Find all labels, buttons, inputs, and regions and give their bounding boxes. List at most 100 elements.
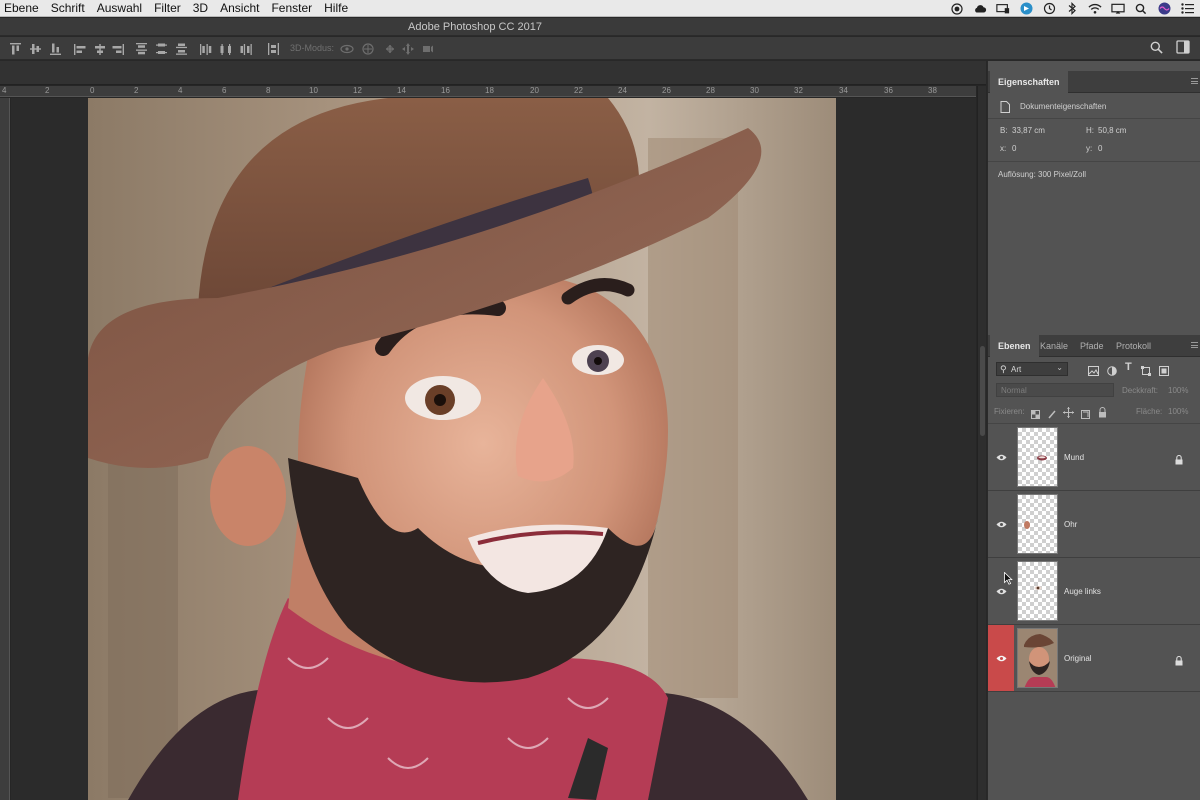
- panel-menu-icon[interactable]: [1191, 78, 1198, 84]
- menu-hilfe[interactable]: Hilfe: [318, 0, 354, 17]
- prevent-autonest-icon[interactable]: [1081, 406, 1090, 424]
- width-value[interactable]: 33,87 cm: [1012, 126, 1045, 135]
- distribute-right-icon[interactable]: [240, 42, 252, 60]
- auto-align-layers-icon[interactable]: [268, 42, 279, 60]
- distribute-horizontal-centers-icon[interactable]: [220, 42, 232, 60]
- spotlight-search-icon[interactable]: [1134, 2, 1148, 16]
- align-bottom-edges-icon[interactable]: [50, 42, 61, 60]
- filter-shape-layers-icon[interactable]: [1141, 363, 1151, 381]
- layer-visibility-toggle[interactable]: [988, 424, 1014, 490]
- lock-position-icon[interactable]: [1063, 405, 1074, 423]
- workspace-switcher-icon[interactable]: [1176, 40, 1190, 59]
- tab-kanaele[interactable]: Kanäle: [1032, 335, 1076, 357]
- portrait-photo: [88, 98, 836, 800]
- notification-center-icon[interactable]: [1180, 2, 1194, 16]
- blend-mode-dropdown[interactable]: Normal: [996, 383, 1114, 397]
- filter-smart-objects-icon[interactable]: [1159, 363, 1169, 381]
- align-right-edges-icon[interactable]: [112, 42, 124, 60]
- lock-all-icon[interactable]: [1098, 405, 1107, 423]
- layer-row-original[interactable]: Original: [988, 625, 1200, 692]
- vertical-scrollbar[interactable]: [977, 86, 986, 800]
- distribute-vertical-centers-icon[interactable]: [156, 42, 167, 60]
- menu-ansicht[interactable]: Ansicht: [214, 0, 265, 17]
- layer-visibility-toggle[interactable]: [988, 558, 1014, 624]
- panel-divider: [988, 161, 1200, 162]
- tab-pfade[interactable]: Pfade: [1072, 335, 1112, 357]
- ruler-tick: 30: [750, 86, 759, 95]
- record-icon[interactable]: [950, 2, 964, 16]
- lock-image-pixels-icon[interactable]: [1048, 406, 1057, 424]
- opacity-label: Deckkraft:: [1122, 386, 1159, 395]
- height-value[interactable]: 50,8 cm: [1098, 126, 1126, 135]
- distribute-top-icon[interactable]: [136, 42, 147, 60]
- distribute-left-icon[interactable]: [200, 42, 212, 60]
- time-machine-icon[interactable]: [1042, 2, 1056, 16]
- menu-auswahl[interactable]: Auswahl: [91, 0, 148, 17]
- layer-thumbnail[interactable]: [1017, 561, 1058, 621]
- scrollbar-thumb[interactable]: [980, 346, 985, 436]
- window-title-bar: Adobe Photoshop CC 2017: [0, 18, 1200, 36]
- ruler-tick: 6: [222, 86, 227, 95]
- distribute-bottom-icon[interactable]: [176, 42, 187, 60]
- layer-row-mund[interactable]: Mund: [988, 424, 1200, 491]
- layer-name[interactable]: Original: [1064, 654, 1092, 663]
- 3d-orbit-icon[interactable]: [340, 42, 354, 60]
- ruler-tick: 24: [618, 86, 627, 95]
- bluetooth-icon[interactable]: [1065, 2, 1079, 16]
- filter-adjustment-layers-icon[interactable]: [1107, 363, 1117, 381]
- ruler-tick: 26: [662, 86, 671, 95]
- ruler-tick: 38: [928, 86, 937, 95]
- 3d-roll-icon[interactable]: [362, 42, 374, 60]
- layer-name[interactable]: Ohr: [1064, 520, 1077, 529]
- fill-value[interactable]: 100%: [1168, 407, 1188, 416]
- 3d-drag-icon[interactable]: [384, 42, 396, 60]
- align-top-edges-icon[interactable]: [10, 42, 21, 60]
- document-properties-icon: [1000, 101, 1010, 115]
- vertical-ruler[interactable]: [0, 98, 10, 800]
- tab-protokoll[interactable]: Protokoll: [1108, 335, 1159, 357]
- menu-3d[interactable]: 3D: [187, 0, 214, 17]
- siri-icon[interactable]: [1157, 2, 1171, 16]
- window-title: Adobe Photoshop CC 2017: [408, 21, 542, 33]
- menu-filter[interactable]: Filter: [148, 0, 187, 17]
- wifi-icon[interactable]: [1088, 2, 1102, 16]
- ruler-tick: 10: [309, 86, 318, 95]
- menu-ebene[interactable]: Ebene: [0, 0, 45, 17]
- layer-row-auge-links[interactable]: Auge links: [988, 558, 1200, 625]
- y-value[interactable]: 0: [1098, 144, 1102, 153]
- opacity-value[interactable]: 100%: [1168, 386, 1188, 395]
- horizontal-ruler[interactable]: 4 2 0 2 4 6 8 10 12 14 16 18 20 22 24 26…: [0, 86, 976, 97]
- align-vertical-centers-icon[interactable]: [30, 42, 41, 60]
- layer-name[interactable]: Auge links: [1064, 587, 1101, 596]
- layer-name[interactable]: Mund: [1064, 453, 1084, 462]
- menu-fenster[interactable]: Fenster: [265, 0, 318, 17]
- layer-visibility-toggle[interactable]: [988, 491, 1014, 557]
- panel-menu-icon[interactable]: [1191, 342, 1198, 348]
- ruler-tick: 2: [45, 86, 50, 95]
- cloud-sync-icon[interactable]: [973, 2, 987, 16]
- layer-thumbnail[interactable]: [1017, 628, 1058, 688]
- status-tray: [950, 0, 1200, 17]
- document-canvas[interactable]: [88, 98, 836, 800]
- width-label: B:: [1000, 126, 1008, 135]
- display-icon[interactable]: [996, 2, 1010, 16]
- align-horizontal-centers-icon[interactable]: [94, 42, 106, 60]
- layer-filter-dropdown[interactable]: ⚲ Art ⌄: [996, 362, 1068, 376]
- airplay-icon[interactable]: [1111, 2, 1125, 16]
- menu-schrift[interactable]: Schrift: [45, 0, 91, 17]
- filter-pixel-layers-icon[interactable]: [1088, 363, 1099, 381]
- 3d-scale-icon[interactable]: [422, 42, 434, 60]
- layer-row-ohr[interactable]: Ohr: [988, 491, 1200, 558]
- layer-thumbnail[interactable]: [1017, 427, 1058, 487]
- search-icon[interactable]: [1150, 41, 1163, 59]
- filter-type-layers-icon[interactable]: T: [1125, 361, 1132, 373]
- tab-eigenschaften[interactable]: Eigenschaften: [990, 71, 1068, 93]
- lock-transparent-pixels-icon[interactable]: [1031, 406, 1040, 424]
- x-value[interactable]: 0: [1012, 144, 1016, 153]
- layer-visibility-toggle[interactable]: [988, 625, 1014, 691]
- align-left-edges-icon[interactable]: [74, 42, 86, 60]
- app-circle-icon[interactable]: [1019, 2, 1033, 16]
- 3d-slide-icon[interactable]: [402, 42, 414, 60]
- ruler-tick: 34: [839, 86, 848, 95]
- layer-thumbnail[interactable]: [1017, 494, 1058, 554]
